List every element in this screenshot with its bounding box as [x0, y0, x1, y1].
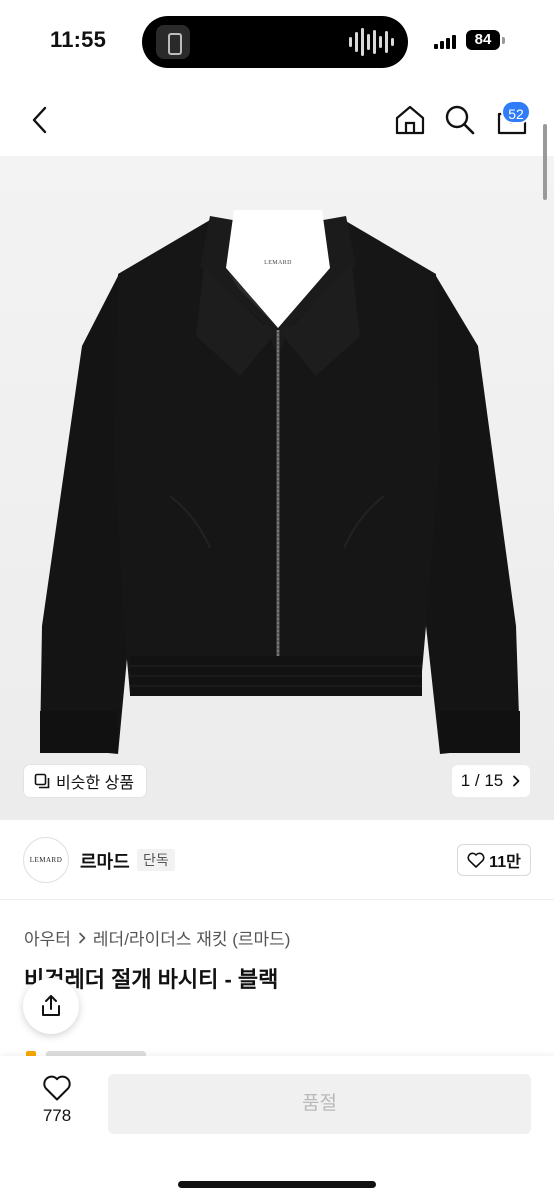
battery-icon: 84 [466, 30, 500, 50]
brand-row: LEMARD 르마드 단독 11만 [0, 820, 554, 900]
product-image[interactable]: LEMARD [0, 156, 554, 820]
signal-icon [434, 33, 460, 49]
brand-like-count: 11만 [489, 854, 521, 871]
brand-name[interactable]: 르마드 [80, 848, 130, 874]
chevron-right-icon [513, 775, 520, 787]
home-button[interactable] [392, 102, 428, 138]
like-button[interactable]: 778 [30, 1074, 84, 1134]
jacket-image [0, 156, 554, 820]
search-icon [445, 105, 475, 135]
breadcrumb-subcategory[interactable]: 레더/라이더스 재킷 (르마드) [93, 925, 291, 950]
bottom-bar: 778 품절 [0, 1056, 554, 1200]
audio-wave-icon [349, 28, 394, 56]
recording-app-icon [156, 25, 190, 59]
sold-out-button[interactable]: 품절 [108, 1074, 531, 1134]
brand-logo[interactable]: LEMARD [23, 837, 69, 883]
cart-count-badge: 52 [501, 100, 531, 124]
home-icon [395, 105, 425, 135]
dynamic-island [142, 16, 408, 68]
back-button[interactable] [22, 102, 58, 138]
heart-icon [467, 852, 485, 868]
scroll-indicator [543, 124, 547, 200]
breadcrumb: 아우터 레더/라이더스 재킷 (르마드) [24, 925, 290, 950]
breadcrumb-category[interactable]: 아우터 [24, 925, 71, 950]
share-button[interactable] [23, 978, 79, 1034]
battery-tip [502, 37, 505, 44]
back-icon [32, 106, 47, 134]
heart-icon [43, 1075, 71, 1101]
share-icon [42, 995, 60, 1016]
similar-products-label: 비슷한 상품 [56, 775, 135, 792]
status-bar: 11:55 84 [0, 0, 554, 84]
image-pager[interactable]: 1 / 15 [452, 765, 530, 797]
brand-exclusive-tag: 단독 [137, 849, 175, 871]
home-indicator [178, 1181, 376, 1188]
chevron-right-icon [79, 932, 86, 943]
similar-icon [34, 773, 50, 789]
status-time: 11:55 [50, 27, 107, 52]
image-pager-text: 1 / 15 [460, 771, 504, 790]
similar-products-button[interactable]: 비슷한 상품 [24, 765, 147, 797]
search-button[interactable] [442, 102, 478, 138]
like-count: 778 [42, 1106, 72, 1125]
jacket-label-logo: LEMARD [264, 260, 292, 266]
header [0, 84, 554, 156]
brand-like-button[interactable]: 11만 [457, 844, 531, 876]
